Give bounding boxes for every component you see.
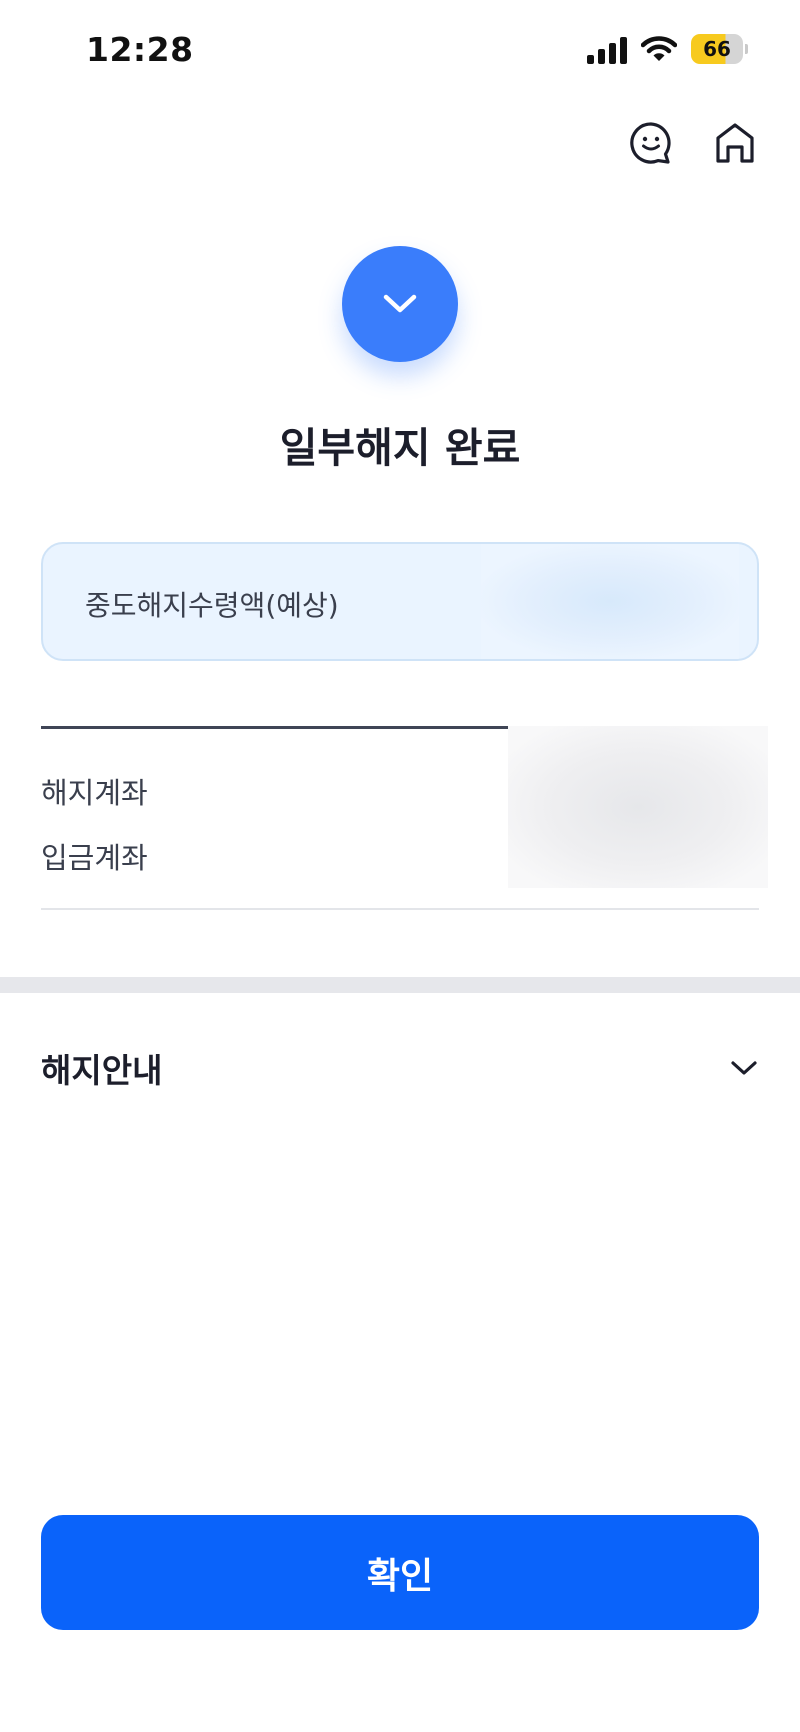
termination-complete-screen: 12:28 66 일부해지 완료 중도해지수령액(예상) 해지계좌 입금계좌 해… [0,0,800,1732]
section-separator [0,977,800,993]
withdraw-account-label: 해지계좌 [41,776,148,810]
section-divider [41,908,759,910]
page-title: 일부해지 완료 [279,424,521,472]
status-icons: 66 [587,34,748,64]
status-time: 12:28 [86,30,194,69]
deposit-account-label: 입금계좌 [41,841,148,875]
home-icon [716,123,754,163]
success-badge [342,246,458,362]
amount-card: 중도해지수령액(예상) [41,542,759,661]
chat-smile-icon [630,122,671,164]
battery-indicator: 66 [691,34,748,64]
amount-label: 중도해지수령액(예상) [85,589,339,622]
cellular-signal-icon [587,34,627,64]
chevron-down-icon [383,294,417,313]
battery-tip [745,44,748,54]
wifi-icon [641,36,677,61]
confirm-button[interactable]: 확인 [41,1515,759,1630]
notice-title: 해지안내 [41,1051,163,1090]
status-bar: 12:28 66 [0,0,800,110]
header-actions [626,118,760,168]
section-divider [41,726,509,729]
home-button[interactable] [710,118,760,168]
account-values-redacted [508,726,768,888]
chevron-down-icon [731,1061,757,1075]
amount-value-redacted [481,544,739,659]
termination-notice-toggle[interactable]: 해지안내 [41,1040,759,1096]
battery-level: 66 [691,34,743,64]
chatbot-button[interactable] [626,118,676,168]
